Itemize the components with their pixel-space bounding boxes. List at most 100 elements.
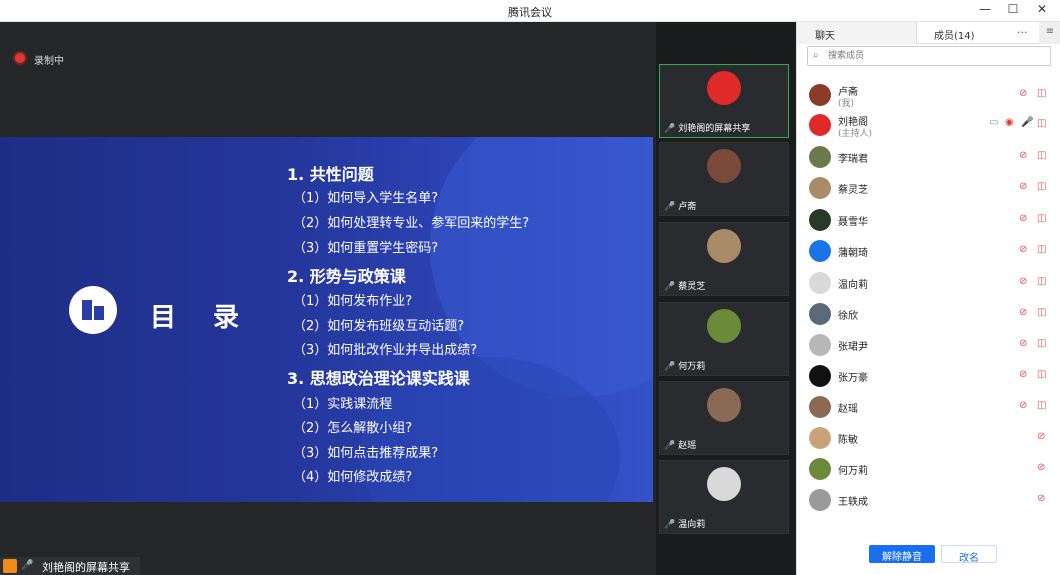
avatar [809, 489, 831, 511]
member-row[interactable]: 蒲朝琦 ⊘ ◫ [809, 238, 1055, 264]
toc-item: （3）如何点击推荐成果? [293, 446, 439, 461]
video-tile[interactable]: 🎤 蔡灵芝 [659, 222, 789, 296]
toc-item: （2）怎么解散小组? [293, 421, 413, 436]
microphone-icon[interactable]: 🎤 [1021, 117, 1033, 128]
avatar [809, 427, 831, 449]
member-row[interactable]: 陈敏 ⊘ [809, 425, 1055, 451]
avatar [809, 146, 831, 168]
member-name: 聂雪华 [838, 217, 868, 228]
microphone-off-icon[interactable]: ⊘ [1037, 431, 1045, 442]
toc-item: （3）如何重置学生密码? [293, 241, 439, 256]
video-tile[interactable]: 🎤 何万莉 [659, 302, 789, 376]
user-icon [3, 559, 17, 573]
microphone-off-icon[interactable]: ⊘ [1019, 400, 1027, 411]
member-name: 何万莉 [838, 466, 868, 477]
more-options-button[interactable]: ··· [1017, 26, 1028, 39]
tab-chat[interactable]: 聊天 [797, 22, 917, 44]
title-bar: 腾讯会议 — ☐ ✕ [0, 0, 1060, 22]
microphone-off-icon[interactable]: ⊘ [1019, 88, 1027, 99]
camera-off-icon[interactable]: ◫ [1037, 118, 1046, 129]
camera-off-icon[interactable]: ◫ [1037, 150, 1046, 161]
camera-off-icon[interactable]: ◫ [1037, 338, 1046, 349]
share-label: 刘艳阁的屏幕共享 [42, 561, 130, 574]
avatar [809, 303, 831, 325]
avatar [707, 309, 741, 343]
microphone-off-icon[interactable]: ⊘ [1037, 493, 1045, 504]
member-name: 蔡灵芝 [838, 185, 868, 196]
member-row[interactable]: 卢斋 (我) ⊘ ◫ [809, 82, 1055, 109]
member-name: 张珺尹 [838, 342, 868, 353]
member-name: 李瑞君 [838, 154, 868, 165]
camera-off-icon[interactable]: ◫ [1037, 276, 1046, 287]
member-search[interactable]: ⌕ [807, 46, 1051, 66]
video-tile[interactable]: 🎤 赵瑶 [659, 381, 789, 455]
avatar [809, 272, 831, 294]
video-tile[interactable]: 🎤 刘艳阁的屏幕共享 [659, 64, 789, 138]
microphone-off-icon[interactable]: ⊘ [1019, 338, 1027, 349]
camera-off-icon[interactable]: ◫ [1037, 307, 1046, 318]
microphone-off-icon[interactable]: ⊘ [1019, 213, 1027, 224]
toc-item: （3）如何批改作业并导出成绩? [293, 343, 478, 358]
window-title: 腾讯会议 [508, 6, 552, 19]
members-panel: 聊天 成员(14) ··· ≡ ⌕ 卢斋 (我) ⊘ ◫ 刘艳阁 (主持人) ▭… [796, 22, 1060, 575]
microphone-off-icon[interactable]: ⊘ [1019, 244, 1027, 255]
participant-name: 何万莉 [678, 362, 706, 372]
microphone-off-icon[interactable]: ⊘ [1037, 462, 1045, 473]
member-row[interactable]: 徐欣 ⊘ ◫ [809, 301, 1055, 327]
camera-off-icon[interactable]: ◫ [1037, 181, 1046, 192]
video-tile[interactable]: 🎤 卢斋 [659, 142, 789, 216]
microphone-off-icon[interactable]: ⊘ [1019, 307, 1027, 318]
member-row[interactable]: 何万莉 ⊘ [809, 456, 1055, 482]
panel-tabs: 聊天 成员(14) ··· ≡ [797, 22, 1060, 44]
participant-name: 刘艳阁的屏幕共享 [678, 124, 751, 134]
member-role: (我) [838, 99, 855, 109]
participant-name: 赵瑶 [678, 441, 697, 451]
maximize-button[interactable]: ☐ [1003, 2, 1023, 16]
microphone-off-icon[interactable]: ⊘ [1019, 369, 1027, 380]
minimize-button[interactable]: — [975, 2, 995, 16]
microphone-off-icon[interactable]: ⊘ [1019, 181, 1027, 192]
toc-section: 1. 共性问题 [287, 165, 374, 184]
avatar [809, 209, 831, 231]
search-icon: ⌕ [813, 50, 819, 61]
member-row[interactable]: 张万豪 ⊘ ◫ [809, 363, 1055, 389]
microphone-off-icon[interactable]: ⊘ [1019, 150, 1027, 161]
member-row[interactable]: 张珺尹 ⊘ ◫ [809, 332, 1055, 358]
microphone-icon: 🎤 [21, 560, 34, 571]
member-row[interactable]: 聂雪华 ⊘ ◫ [809, 207, 1055, 233]
participant-name: 卢斋 [678, 202, 697, 212]
member-row[interactable]: 蔡灵芝 ⊘ ◫ [809, 175, 1055, 201]
member-name: 张万豪 [838, 373, 868, 384]
microphone-off-icon[interactable]: ⊘ [1019, 276, 1027, 287]
member-name: 蒲朝琦 [838, 248, 868, 259]
video-gallery: 🎤 刘艳阁的屏幕共享 🎤 卢斋 🎤 蔡灵芝 🎤 何万莉 🎤 赵瑶 🎤 温向莉 [656, 22, 796, 575]
camera-off-icon[interactable]: ◫ [1037, 400, 1046, 411]
search-input[interactable] [828, 49, 1038, 63]
member-row[interactable]: 王轶成 ⊘ [809, 487, 1055, 513]
toc-item: （4）如何修改成绩? [293, 470, 413, 485]
member-row[interactable]: 赵瑶 ⊘ ◫ [809, 394, 1055, 420]
toc-item: （2）如何发布班级互动话题? [293, 319, 465, 334]
microphone-off-icon: 🎤 [664, 362, 676, 372]
screen-share-icon: ▭ [989, 117, 999, 128]
member-row[interactable]: 刘艳阁 (主持人) ▭ ◉ 🎤 ◫ [809, 112, 1055, 139]
member-row[interactable]: 温向莉 ⊘ ◫ [809, 270, 1055, 296]
unmute-all-button[interactable]: 解除静音 [869, 545, 935, 563]
video-tile[interactable]: 🎤 温向莉 [659, 460, 789, 534]
avatar [707, 467, 741, 501]
close-button[interactable]: ✕ [1032, 2, 1052, 16]
toc-item: （1）实践课流程 [293, 397, 393, 412]
camera-off-icon[interactable]: ◫ [1037, 369, 1046, 380]
shared-slide: 目 录 1. 共性问题 （1）如何导入学生名单? （2）如何处理转专业、参军回来… [0, 137, 653, 502]
rename-button[interactable]: 改名 [941, 545, 997, 564]
toc-section: 3. 思想政治理论课实践课 [287, 369, 470, 388]
recording-icon: ◉ [1005, 117, 1014, 128]
member-row[interactable]: 李瑞君 ⊘ ◫ [809, 144, 1055, 170]
menu-icon[interactable]: ≡ [1039, 22, 1060, 44]
recording-icon [15, 53, 25, 63]
camera-off-icon[interactable]: ◫ [1037, 213, 1046, 224]
camera-off-icon[interactable]: ◫ [1037, 88, 1046, 99]
camera-off-icon[interactable]: ◫ [1037, 244, 1046, 255]
recording-label: 录制中 [34, 56, 64, 67]
member-name: 王轶成 [838, 497, 868, 508]
